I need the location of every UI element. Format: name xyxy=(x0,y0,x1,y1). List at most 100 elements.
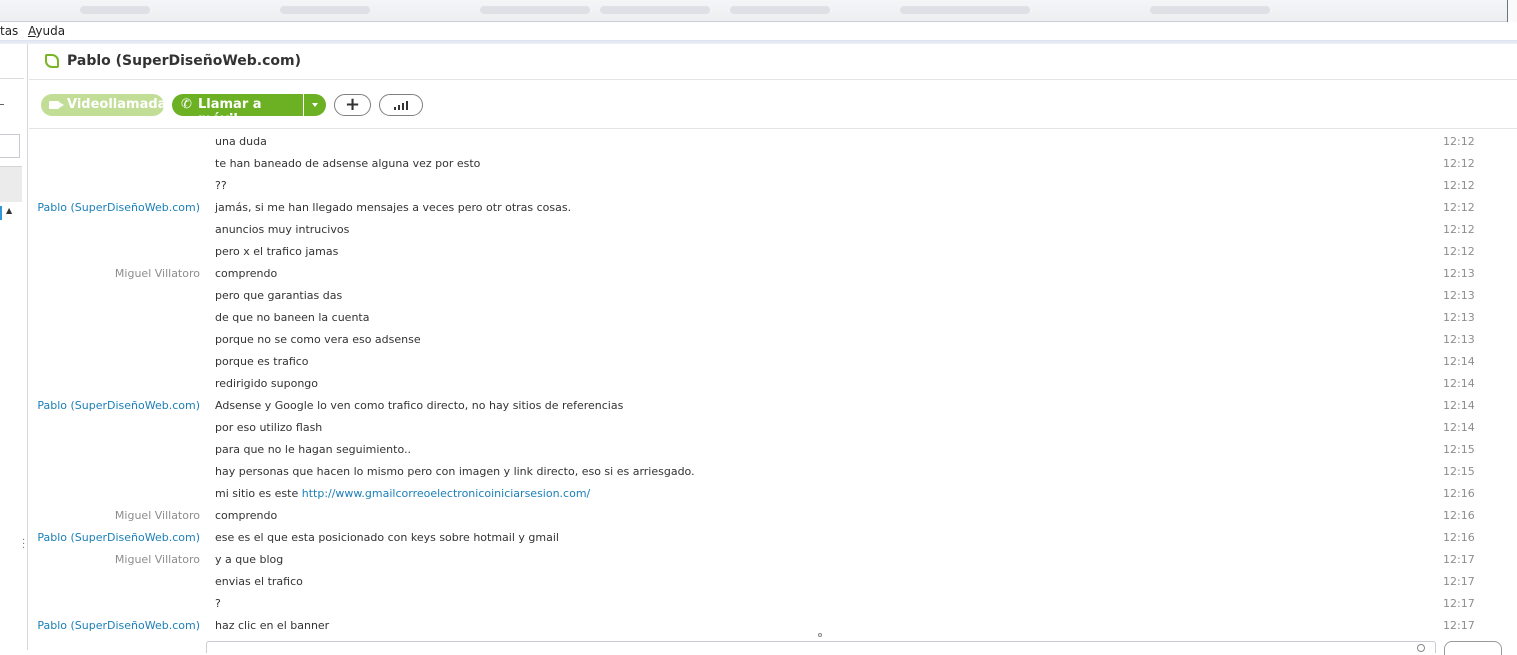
message-row[interactable]: Miguel Villatoro y a que blog 12:17 xyxy=(29,548,1517,570)
message-row[interactable]: Pablo (SuperDiseñoWeb.com) jamás, si me h… xyxy=(29,196,1517,218)
message-text: ? xyxy=(215,597,221,610)
signal-bar xyxy=(406,101,408,110)
message-timestamp: 12:14 xyxy=(1443,355,1475,368)
message-timestamp: 12:13 xyxy=(1443,311,1475,324)
signal-bar xyxy=(394,107,396,110)
menu-bar: tas Ayuda xyxy=(0,22,1517,44)
window-title-bar xyxy=(0,0,1517,22)
sidebar-contact-list[interactable] xyxy=(0,204,22,650)
message-text: hay personas que hacen lo mismo pero con… xyxy=(215,465,695,478)
video-call-button[interactable]: Videollamada xyxy=(41,94,166,116)
message-row[interactable]: envias el trafico 12:17 xyxy=(29,570,1517,592)
message-text: porque es trafico xyxy=(215,355,309,368)
resize-grip-icon[interactable] xyxy=(818,633,822,637)
call-quality-button[interactable] xyxy=(379,94,423,116)
blurred-title-fragment xyxy=(600,6,710,14)
message-row[interactable]: Pablo (SuperDiseñoWeb.com) haz clic en el… xyxy=(29,614,1517,636)
blurred-title-fragment xyxy=(730,6,830,14)
message-row[interactable]: redirigido supongo 12:14 xyxy=(29,372,1517,394)
message-sender[interactable]: Pablo (SuperDiseñoWeb.com) xyxy=(37,399,200,412)
plus-icon: + xyxy=(344,94,361,115)
message-text: anuncios muy intrucivos xyxy=(215,223,350,236)
blurred-title-fragment xyxy=(1150,6,1270,14)
message-sender[interactable]: Miguel Villatoro xyxy=(115,509,200,522)
call-mobile-label: Llamar a móvil xyxy=(198,97,262,127)
message-row[interactable]: ?? 12:12 xyxy=(29,174,1517,196)
message-text: por eso utilizo flash xyxy=(215,421,323,434)
message-row[interactable]: porque no se como vera eso adsense 12:13 xyxy=(29,328,1517,350)
call-mobile-button[interactable]: ✆ Llamar a móvil xyxy=(172,94,303,127)
message-row[interactable]: Pablo (SuperDiseñoWeb.com) ese es el que … xyxy=(29,526,1517,548)
message-timestamp: 12:13 xyxy=(1443,289,1475,302)
sidebar-collapse-handle[interactable] xyxy=(0,104,4,105)
message-text: te han baneado de adsense alguna vez por… xyxy=(215,157,481,170)
message-text: jamás, si me han llegado mensajes a vece… xyxy=(215,201,572,214)
message-timestamp: 12:17 xyxy=(1443,553,1475,566)
message-row[interactable]: por eso utilizo flash 12:14 xyxy=(29,416,1517,438)
signal-bar xyxy=(402,103,404,110)
menu-item-contactos[interactable]: tas xyxy=(0,24,18,38)
message-text: pero x el trafico jamas xyxy=(215,245,339,258)
message-row[interactable]: Miguel Villatoro comprendo 12:16 xyxy=(29,504,1517,526)
message-timestamp: 12:12 xyxy=(1443,223,1475,236)
scroll-up-arrow-icon[interactable]: ▲ xyxy=(6,206,12,215)
message-text: comprendo xyxy=(215,509,278,522)
message-sender[interactable]: Miguel Villatoro xyxy=(115,553,200,566)
splitter-grip-icon[interactable]: · · · xyxy=(22,536,25,554)
message-text: redirigido supongo xyxy=(215,377,319,390)
message-timestamp: 12:17 xyxy=(1443,575,1475,588)
message-timestamp: 12:12 xyxy=(1443,179,1475,192)
message-row[interactable]: Miguel Villatoro comprendo 12:13 xyxy=(29,262,1517,284)
message-text: y a que blog xyxy=(215,553,284,566)
message-text: ese es el que esta posicionado con keys … xyxy=(215,531,559,544)
sidebar-divider xyxy=(0,78,24,79)
message-row[interactable]: una duda 12:12 xyxy=(29,130,1517,152)
message-row[interactable]: mi sitio es este http://www.gmailcorreoe… xyxy=(29,482,1517,504)
blurred-title-fragment xyxy=(900,6,1030,14)
message-timestamp: 12:13 xyxy=(1443,267,1475,280)
message-sender[interactable]: Pablo (SuperDiseñoWeb.com) xyxy=(37,201,200,214)
message-input[interactable] xyxy=(206,641,1436,653)
contact-name[interactable]: Pablo (SuperDiseñoWeb.com) xyxy=(67,53,301,69)
sidebar-tab-strip[interactable] xyxy=(0,166,22,202)
call-options-dropdown[interactable] xyxy=(304,94,326,116)
message-text: de que no baneen la cuenta xyxy=(215,311,370,324)
message-text: una duda xyxy=(215,135,267,148)
message-row[interactable]: pero x el trafico jamas 12:12 xyxy=(29,240,1517,262)
sidebar-selected-indicator xyxy=(0,206,2,220)
message-timestamp: 12:14 xyxy=(1443,399,1475,412)
message-sender[interactable]: Pablo (SuperDiseñoWeb.com) xyxy=(37,531,200,544)
conversation-header: Pablo (SuperDiseñoWeb.com) xyxy=(29,44,1517,80)
sidebar-search-input[interactable] xyxy=(0,134,20,158)
message-timestamp: 12:14 xyxy=(1443,377,1475,390)
message-history[interactable]: una duda 12:12 te han baneado de adsense a… xyxy=(29,130,1517,640)
message-row[interactable]: anuncios muy intrucivos 12:12 xyxy=(29,218,1517,240)
emoticon-icon[interactable] xyxy=(1417,644,1425,652)
message-timestamp: 12:12 xyxy=(1443,135,1475,148)
message-row[interactable]: te han baneado de adsense alguna vez por… xyxy=(29,152,1517,174)
add-button[interactable]: + xyxy=(334,94,371,116)
menu-item-ayuda[interactable]: Ayuda xyxy=(28,24,65,38)
message-row[interactable]: para que no le hagan seguimiento.. 12:15 xyxy=(29,438,1517,460)
message-row[interactable]: hay personas que hacen lo mismo pero con… xyxy=(29,460,1517,482)
message-row[interactable]: de que no baneen la cuenta 12:13 xyxy=(29,306,1517,328)
message-row[interactable]: pero que garantias das 12:13 xyxy=(29,284,1517,306)
message-text: envias el trafico xyxy=(215,575,303,588)
signal-bar xyxy=(398,105,400,110)
message-row[interactable]: Pablo (SuperDiseñoWeb.com) Adsense y Goog… xyxy=(29,394,1517,416)
message-text: para que no le hagan seguimiento.. xyxy=(215,443,411,456)
message-timestamp: 12:17 xyxy=(1443,619,1475,632)
window-edge-control[interactable] xyxy=(1507,0,1517,22)
message-timestamp: 12:12 xyxy=(1443,157,1475,170)
message-sender[interactable]: Miguel Villatoro xyxy=(115,267,200,280)
blurred-title-fragment xyxy=(480,6,590,14)
menu-item-ayuda-rest: yuda xyxy=(35,24,66,38)
message-row[interactable]: porque es trafico 12:14 xyxy=(29,350,1517,372)
message-link[interactable]: http://www.gmailcorreoelectronicoiniciar… xyxy=(302,487,591,500)
message-timestamp: 12:15 xyxy=(1443,443,1475,456)
message-row[interactable]: ? 12:17 xyxy=(29,592,1517,614)
chevron-down-icon xyxy=(312,103,318,107)
message-sender[interactable]: Pablo (SuperDiseñoWeb.com) xyxy=(37,619,200,632)
message-text: mi sitio es este http://www.gmailcorreoe… xyxy=(215,487,591,500)
send-button[interactable] xyxy=(1444,641,1502,655)
